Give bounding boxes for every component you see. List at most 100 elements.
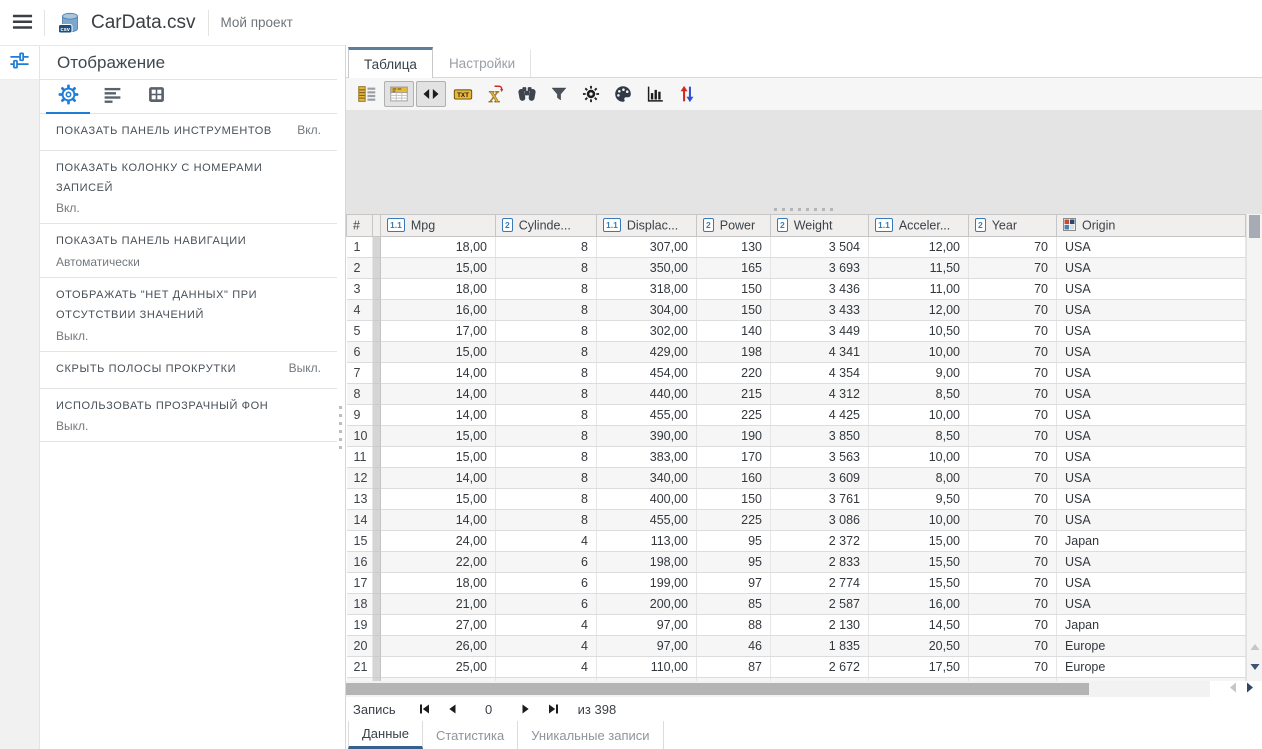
table-cell[interactable]: 307,00 [597,237,697,258]
colorize-button[interactable] [608,81,638,107]
table-cell[interactable]: 24,00 [381,531,496,552]
table-settings-button[interactable] [576,81,606,107]
table-cell[interactable]: 6 [496,552,597,573]
scroll-up-icon[interactable] [1249,638,1261,656]
table-cell[interactable]: 170 [697,447,771,468]
table-cell[interactable]: 455,00 [597,510,697,531]
column-header-indicator[interactable] [373,215,381,237]
first-record-button[interactable] [412,700,436,718]
table-cell[interactable]: USA [1057,426,1246,447]
table-cell[interactable]: 304,00 [597,300,697,321]
table-cell[interactable]: 16 [347,552,373,573]
table-cell[interactable]: 10,00 [869,447,969,468]
table-cell[interactable]: 16,00 [869,594,969,615]
table-row[interactable]: 1115,008383,001703 56310,0070USA [347,447,1246,468]
table-cell[interactable]: USA [1057,384,1246,405]
table-cell[interactable]: USA [1057,258,1246,279]
table-cell[interactable]: 15,50 [869,573,969,594]
table-cell[interactable]: 199,00 [597,573,697,594]
table-cell[interactable]: USA [1057,594,1246,615]
table-cell[interactable]: 225 [697,510,771,531]
table-cell[interactable]: 8 [496,489,597,510]
table-cell[interactable]: 8 [496,384,597,405]
table-cell[interactable]: 10,00 [869,405,969,426]
table-cell[interactable]: 17,50 [869,657,969,678]
table-cell[interactable]: 6 [496,594,597,615]
table-cell[interactable]: 12,00 [869,237,969,258]
table-cell[interactable]: 70 [969,321,1057,342]
table-row[interactable]: 215,008350,001653 69311,5070USA [347,258,1246,279]
table-cell[interactable]: 10,50 [869,321,969,342]
table-cell[interactable]: 3 850 [771,426,869,447]
column-header-Weight[interactable]: 2Weight [771,215,869,237]
table-cell[interactable]: 16,00 [381,300,496,321]
table-cell[interactable]: 70 [969,552,1057,573]
table-cell[interactable]: 20 [347,636,373,657]
table-cell[interactable]: 15,00 [381,342,496,363]
table-cell[interactable]: 95 [697,531,771,552]
table-row[interactable]: 1214,008340,001603 6098,0070USA [347,468,1246,489]
table-cell[interactable]: 15,00 [381,447,496,468]
table-row[interactable]: 517,008302,001403 44910,5070USA [347,321,1246,342]
table-cell[interactable]: 165 [697,258,771,279]
table-cell[interactable]: 1 835 [771,636,869,657]
breadcrumb-project[interactable]: Мой проект [221,15,293,30]
table-cell[interactable]: 70 [969,573,1057,594]
table-cell[interactable]: 8 [347,384,373,405]
table-cell[interactable]: 13 [347,489,373,510]
table-cell[interactable]: 70 [969,468,1057,489]
table-cell[interactable]: 350,00 [597,258,697,279]
table-cell[interactable]: 70 [969,279,1057,300]
table-cell[interactable]: 70 [969,405,1057,426]
table-cell[interactable]: USA [1057,342,1246,363]
table-cell[interactable]: 27,00 [381,615,496,636]
table-cell[interactable]: 6 [496,573,597,594]
table-cell[interactable]: 70 [969,426,1057,447]
table-cell[interactable]: 225 [697,405,771,426]
column-header-Cylinde...[interactable]: 2Cylinde... [496,215,597,237]
table-cell[interactable]: 14,00 [381,363,496,384]
table-cell[interactable]: 4 425 [771,405,869,426]
vertical-scrollbar[interactable] [1246,214,1262,681]
table-cell[interactable]: 70 [969,447,1057,468]
scroll-right-icon[interactable] [1246,680,1254,698]
table-cell[interactable]: Japan [1057,615,1246,636]
table-cell[interactable]: 18,00 [381,237,496,258]
table-cell[interactable]: 455,00 [597,405,697,426]
table-cell[interactable]: 200,00 [597,594,697,615]
table-cell[interactable]: 8 [496,258,597,279]
setting-item[interactable]: СКРЫТЬ ПОЛОСЫ ПРОКРУТКИВыкл. [40,352,337,389]
table-cell[interactable]: 14,00 [381,405,496,426]
table-cell[interactable]: 8 [496,321,597,342]
export-txt-button[interactable]: TXT [448,81,478,107]
detail-view-button[interactable] [352,81,382,107]
scroll-down-icon[interactable] [1249,659,1261,677]
horizontal-scroll-track[interactable] [346,681,1210,697]
table-cell[interactable]: 302,00 [597,321,697,342]
table-cell[interactable]: 4 [496,531,597,552]
table-cell[interactable]: 4 312 [771,384,869,405]
filter-button[interactable] [544,81,574,107]
table-cell[interactable]: 3 609 [771,468,869,489]
table-cell[interactable]: 70 [969,594,1057,615]
table-cell[interactable]: 70 [969,510,1057,531]
table-cell[interactable]: 4 [496,615,597,636]
table-cell[interactable]: 12 [347,468,373,489]
table-cell[interactable]: 2 833 [771,552,869,573]
table-cell[interactable]: 454,00 [597,363,697,384]
table-row[interactable]: 814,008440,002154 3128,5070USA [347,384,1246,405]
table-row[interactable]: 1622,006198,00952 83315,5070USA [347,552,1246,573]
table-cell[interactable]: 19 [347,615,373,636]
table-cell[interactable]: 18,00 [381,573,496,594]
main-menu-button[interactable] [0,1,44,45]
table-row[interactable]: 1015,008390,001903 8508,5070USA [347,426,1246,447]
table-cell[interactable]: 70 [969,300,1057,321]
table-cell[interactable]: 110,00 [597,657,697,678]
table-cell[interactable]: 70 [969,657,1057,678]
table-cell[interactable]: USA [1057,321,1246,342]
table-cell[interactable]: 14,00 [381,468,496,489]
table-cell[interactable]: 8 [496,279,597,300]
table-row[interactable]: 1718,006199,00972 77415,5070USA [347,573,1246,594]
table-cell[interactable]: 15,00 [381,258,496,279]
table-cell[interactable]: 4 [347,300,373,321]
